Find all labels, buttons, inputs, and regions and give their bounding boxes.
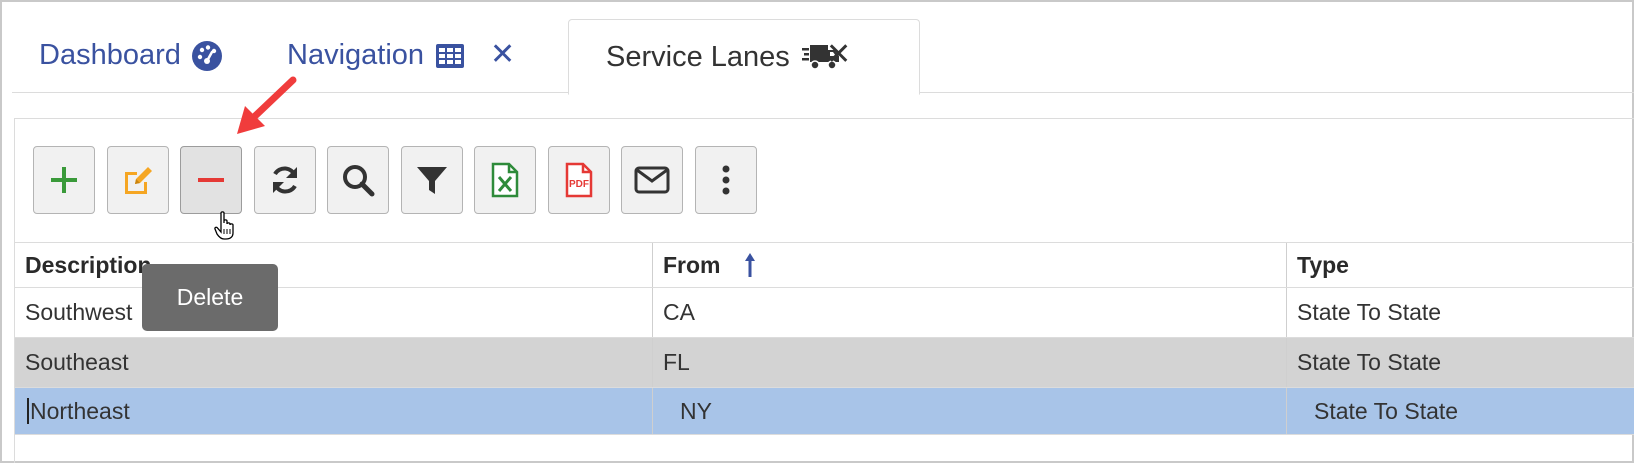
cell-description[interactable]: Southeast <box>15 338 652 387</box>
column-header-from-label: From <box>663 251 721 278</box>
plus-icon <box>51 167 77 193</box>
column-header-from[interactable]: From <box>652 243 1286 287</box>
delete-tooltip: Delete <box>142 264 278 331</box>
tab-service-lanes-label: Service Lanes <box>606 40 790 73</box>
tab-navigation-label: Navigation <box>287 39 425 71</box>
cell-type[interactable]: State To State <box>1286 338 1634 387</box>
refresh-icon <box>273 166 297 194</box>
text-caret <box>27 398 29 424</box>
tab-service-lanes[interactable]: Service Lanes <box>568 19 920 95</box>
column-header-description-label: Description <box>25 251 152 278</box>
filter-icon <box>417 167 447 194</box>
cell-from[interactable]: FL <box>652 338 1286 387</box>
table-row[interactable]: Southeast FL State To State <box>15 338 1634 388</box>
delete-button[interactable] <box>180 146 242 214</box>
sort-up-arrow-icon <box>744 253 755 277</box>
pdf-file-icon: PDF <box>565 162 593 198</box>
dashboard-gauge-icon <box>191 40 223 72</box>
cell-from-editor[interactable]: NY <box>652 388 1286 434</box>
vertical-dots-icon <box>722 165 730 195</box>
annotation-arrow-icon <box>237 76 297 134</box>
cell-type[interactable]: State To State <box>1286 288 1634 337</box>
email-button[interactable] <box>621 146 683 214</box>
more-options-button[interactable] <box>695 146 757 214</box>
column-header-type-label: Type <box>1297 251 1349 278</box>
edit-button[interactable] <box>107 146 169 214</box>
tab-service-lanes-close-icon[interactable]: ✕ <box>826 40 851 70</box>
export-pdf-button[interactable]: PDF <box>548 146 610 214</box>
search-icon <box>343 165 375 197</box>
tab-navigation-close-icon[interactable]: ✕ <box>490 40 515 70</box>
column-header-type[interactable]: Type <box>1286 243 1634 287</box>
envelope-icon <box>634 166 670 194</box>
add-button[interactable] <box>33 146 95 214</box>
cell-type-editor[interactable]: State To State <box>1286 388 1634 434</box>
grid-table-icon <box>435 43 465 69</box>
cell-description[interactable]: Southwest <box>15 288 652 337</box>
search-button[interactable] <box>327 146 389 214</box>
column-header-description[interactable]: Description <box>15 243 652 287</box>
export-excel-button[interactable] <box>474 146 536 214</box>
minus-icon <box>198 178 224 182</box>
cell-description-value: Northeast <box>30 397 130 424</box>
filter-button[interactable] <box>401 146 463 214</box>
hand-pointer-cursor-icon <box>214 211 234 240</box>
cell-description-editor[interactable]: Northeast <box>15 388 652 434</box>
refresh-button[interactable] <box>254 146 316 214</box>
cell-from[interactable]: CA <box>652 288 1286 337</box>
pdf-icon-text: PDF <box>569 179 589 190</box>
edit-icon <box>125 167 152 194</box>
excel-file-icon <box>491 162 519 198</box>
tab-navigation[interactable]: Navigation <box>287 18 465 93</box>
tab-dashboard-label: Dashboard <box>39 39 181 71</box>
tab-dashboard[interactable]: Dashboard <box>39 18 223 93</box>
table-row-selected[interactable]: Northeast NY State To State <box>15 388 1634 435</box>
